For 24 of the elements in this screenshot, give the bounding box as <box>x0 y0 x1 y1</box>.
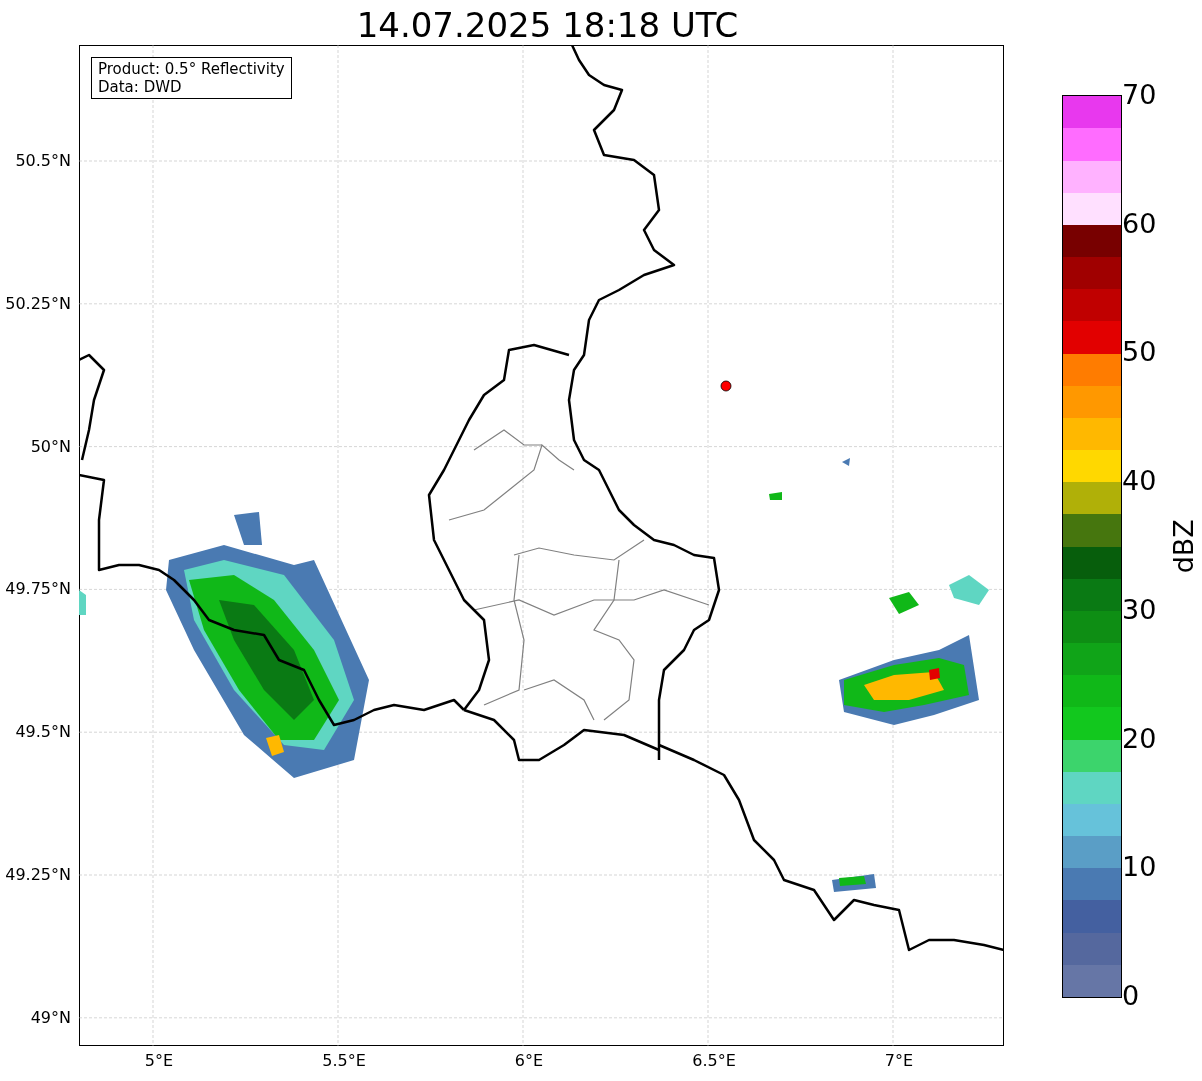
colorbar-tick-label: 0 <box>1122 981 1140 1011</box>
info-text: Data: DWD <box>98 78 183 96</box>
longitude-label: 6.5°E <box>692 1051 736 1071</box>
chart-title: 14.07.2025 18:18 UTC <box>356 5 739 45</box>
latitude-label: 49.5°N <box>15 722 71 743</box>
latitude-label: 49°N <box>30 1007 71 1028</box>
colorbar-tick-label: 50 <box>1122 337 1157 368</box>
colorbar-tick-label: 10 <box>1122 852 1157 883</box>
colorbar-tick-label: 60 <box>1122 208 1157 239</box>
colorbar-tick-label: 30 <box>1122 594 1157 625</box>
colorbar-tick-label: 70 <box>1122 80 1157 110</box>
latitude-label: 50°N <box>30 436 71 457</box>
longitude-label: 6°E <box>514 1051 544 1071</box>
latitude-label: 49.25°N <box>5 865 71 885</box>
longitude-label: 7°E <box>884 1051 914 1071</box>
colorbar-axis-label: dBZ <box>1166 519 1200 574</box>
latitude-label: 50.25°N <box>5 293 71 314</box>
longitude-label: 5.5°E <box>322 1051 366 1071</box>
colorbar-tick-label: 20 <box>1122 723 1157 754</box>
latitude-label: 50.5°N <box>15 151 71 171</box>
colorbar-tick-label: 40 <box>1122 466 1157 497</box>
longitude-label: 5°E <box>144 1051 174 1071</box>
info-text: Product: 0.5° Reflectivity <box>98 60 285 78</box>
latitude-label: 49.75°N <box>5 579 71 600</box>
